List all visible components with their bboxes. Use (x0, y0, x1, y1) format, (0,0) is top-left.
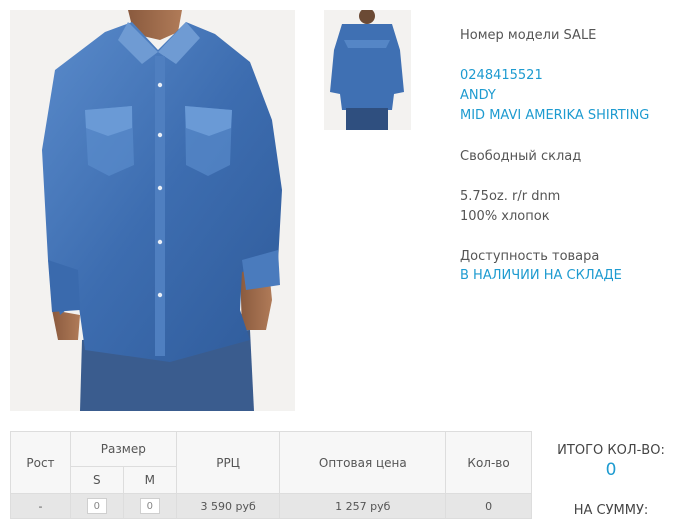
total-sum-label: НА СУММУ: (573, 503, 649, 518)
cell-rrp: 3 590 руб (175, 493, 281, 519)
product-photo-thumbnail[interactable] (324, 10, 411, 130)
brand-link[interactable]: ANDY (460, 88, 496, 103)
product-name-link[interactable]: MID MAVI AMERIKA SHIRTING (460, 108, 649, 123)
article-number-link[interactable]: 0248415521 (460, 68, 543, 83)
cell-height: - (10, 493, 71, 519)
total-count-value: 0 (605, 460, 617, 480)
cell-wholesale-price: 1 257 руб (279, 493, 447, 519)
size-s-label: S (69, 466, 124, 494)
model-number: Номер модели SALE (460, 28, 597, 43)
header-height: Рост (10, 431, 71, 494)
availability-label: Доступность товара (460, 249, 600, 264)
availability-status-link[interactable]: В НАЛИЧИИ НА СКЛАДЕ (460, 268, 622, 283)
header-wholesale-price: Оптовая цена (279, 431, 447, 494)
size-m-label: M (122, 466, 177, 494)
cell-quantity: 0 (445, 493, 532, 519)
denim-shirt-back-image (324, 10, 411, 130)
header-rrp: РРЦ (175, 431, 281, 494)
fabric-spec: 5.75oz. r/r dnm (460, 189, 561, 204)
header-size: Размер (69, 431, 177, 467)
header-quantity: Кол-во (445, 431, 532, 494)
order-table: Рост Размер РРЦ Оптовая цена Кол-во S M … (10, 431, 532, 519)
warehouse-type: Свободный склад (460, 149, 582, 164)
composition: 100% хлопок (460, 209, 550, 224)
denim-shirt-front-image (10, 10, 295, 411)
size-s-quantity-input[interactable] (86, 498, 107, 514)
cell-size-m (122, 493, 177, 519)
product-photo-main (10, 10, 295, 411)
size-m-quantity-input[interactable] (139, 498, 160, 514)
table-row: - 3 590 руб 1 257 руб 0 (10, 493, 532, 519)
order-totals: ИТОГО КОЛ-ВО: 0 НА СУММУ: (540, 443, 682, 518)
total-count-label: ИТОГО КОЛ-ВО: (557, 443, 665, 458)
cell-size-s (69, 493, 124, 519)
